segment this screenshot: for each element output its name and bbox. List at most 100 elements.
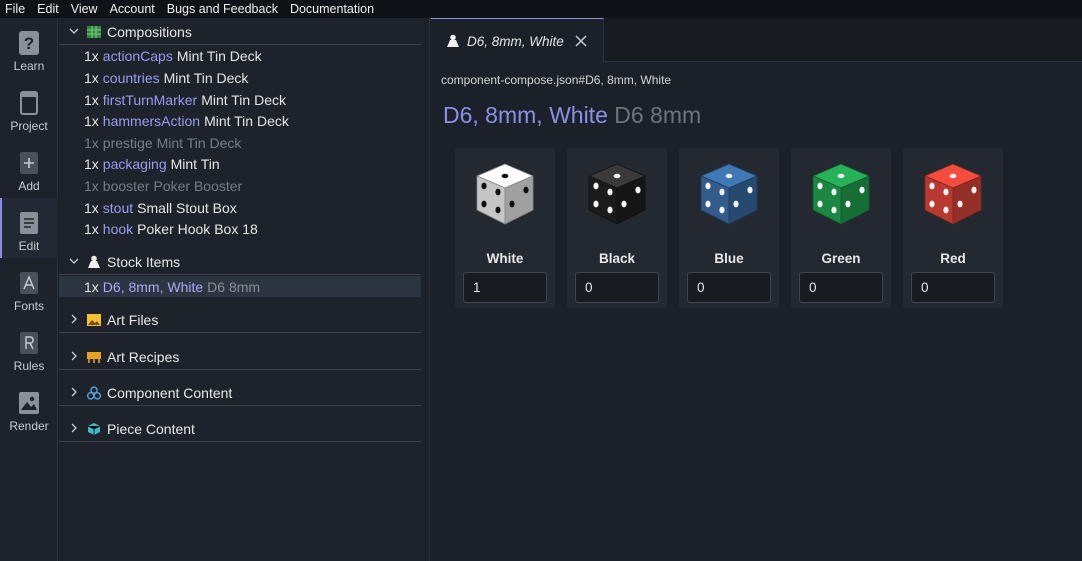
item-name: firstTurnMarker (102, 91, 198, 108)
rules-icon (18, 330, 40, 356)
plus-icon (18, 150, 40, 176)
section-title: Compositions (107, 24, 192, 40)
list-item[interactable]: 1x D6, 8mm, White D6 8mm (59, 276, 421, 297)
project-tree: Compositions 1x actionCaps Mint Tin Deck 1… (59, 18, 430, 561)
list-item[interactable]: 1x actionCaps Mint Tin Deck (59, 45, 421, 66)
quantity: 1x (84, 199, 99, 216)
rail-label-render: Render (9, 419, 49, 433)
die-icon (476, 163, 534, 225)
die-label: Black (598, 251, 636, 266)
rail-item-edit[interactable]: Edit (0, 198, 58, 258)
list-item[interactable]: 1x firstTurnMarker Mint Tin Deck (59, 89, 421, 110)
rail-item-fonts[interactable]: Fonts (0, 258, 58, 318)
die-quantity-input[interactable] (799, 272, 883, 303)
menu-bar: File Edit View Account Bugs and Feedback… (0, 0, 1082, 18)
die-icon (700, 163, 758, 225)
item-name: stout (102, 199, 134, 216)
die-icon (812, 163, 870, 225)
list-item[interactable]: 1x hammersAction Mint Tin Deck (59, 110, 421, 131)
item-type: Mint Tin Deck (163, 69, 249, 86)
list-item[interactable]: 1x countries Mint Tin Deck (59, 67, 421, 88)
rail-label-project: Project (10, 119, 48, 133)
rail-label-fonts: Fonts (13, 299, 44, 313)
font-icon (18, 270, 40, 296)
item-type: Poker Hook Box 18 (137, 220, 258, 237)
editor-area: D6, 8mm, White component-compose.json#D6… (431, 18, 1082, 561)
list-item[interactable]: 1x prestige Mint Tin Deck (59, 132, 421, 153)
section-compositions[interactable]: Compositions (59, 20, 421, 45)
section-stock-items[interactable]: Stock Items (59, 250, 421, 275)
menu-documentation[interactable]: Documentation (284, 2, 380, 16)
document-icon (18, 210, 40, 236)
quantity: 1x (84, 278, 99, 295)
die-card-blue: Blue (679, 148, 779, 308)
list-item[interactable]: 1x stout Small Stout Box (59, 197, 421, 218)
item-type: Poker Booster (153, 177, 243, 194)
section-piece-content[interactable]: Piece Content (59, 417, 421, 442)
chevron-right-icon (67, 351, 81, 364)
die-quantity-input[interactable] (911, 272, 995, 303)
item-name: hook (102, 220, 134, 237)
die-icon (588, 163, 646, 225)
section-component-content[interactable]: Component Content (59, 381, 421, 406)
item-name: booster (102, 177, 150, 194)
question-icon: ? (18, 30, 40, 56)
item-type: Mint Tin Deck (176, 47, 262, 64)
rail-item-project[interactable]: Project (0, 78, 58, 138)
chess-piece-icon (446, 34, 460, 48)
list-item[interactable]: 1x booster Poker Booster (59, 175, 421, 196)
item-name: prestige (102, 134, 153, 151)
menu-view[interactable]: View (65, 2, 104, 16)
close-icon[interactable] (574, 34, 588, 48)
menu-bugs-and-feedback[interactable]: Bugs and Feedback (161, 2, 284, 16)
rail-label-edit: Edit (18, 239, 40, 253)
die-quantity-input[interactable] (575, 272, 659, 303)
quantity: 1x (84, 134, 99, 151)
item-type: Small Stout Box (137, 199, 237, 216)
chevron-right-icon (67, 423, 81, 436)
tab-d6-8mm-white[interactable]: D6, 8mm, White (431, 18, 604, 63)
quantity: 1x (84, 155, 99, 172)
dice-options: White Black Blue Green Red (455, 148, 1015, 308)
recipe-icon (87, 350, 101, 364)
quantity: 1x (84, 47, 99, 64)
quantity: 1x (84, 177, 99, 194)
svg-text:?: ? (24, 34, 34, 53)
rail-item-rules[interactable]: Rules (0, 318, 58, 378)
die-card-red: Red (903, 148, 1003, 308)
rail-item-add[interactable]: Add (0, 138, 58, 198)
menu-file[interactable]: File (0, 2, 31, 16)
chevron-down-icon (67, 257, 81, 268)
chevron-right-icon (67, 314, 81, 327)
die-card-green: Green (791, 148, 891, 308)
tab-bar: D6, 8mm, White (431, 18, 1082, 63)
title-name: D6, 8mm, White (443, 102, 608, 128)
file-path: component-compose.json#D6, 8mm, White (441, 73, 672, 87)
section-title: Stock Items (107, 254, 181, 270)
die-label: Blue (714, 251, 744, 266)
chess-piece-icon (87, 255, 101, 269)
section-art-files[interactable]: Art Files (59, 308, 421, 333)
section-title: Component Content (107, 385, 233, 401)
menu-edit[interactable]: Edit (31, 2, 65, 16)
section-title: Piece Content (107, 421, 195, 437)
item-name: hammersAction (102, 112, 201, 129)
quantity: 1x (84, 91, 99, 108)
die-quantity-input[interactable] (687, 272, 771, 303)
list-item[interactable]: 1x packaging Mint Tin (59, 153, 421, 174)
list-item[interactable]: 1x hook Poker Hook Box 18 (59, 218, 421, 239)
rail-label-add: Add (18, 179, 40, 193)
quantity: 1x (84, 112, 99, 129)
section-title: Art Files (107, 312, 159, 328)
rail-item-learn[interactable]: ? Learn (0, 18, 58, 78)
item-type: Mint Tin (170, 155, 220, 172)
die-quantity-input[interactable] (463, 272, 547, 303)
rail-label-rules: Rules (13, 359, 45, 373)
die-card-black: Black (567, 148, 667, 308)
menu-account[interactable]: Account (104, 2, 161, 16)
section-art-recipes[interactable]: Art Recipes (59, 345, 421, 370)
title-type: D6 8mm (614, 102, 702, 128)
rail-item-render[interactable]: Render (0, 378, 58, 438)
picture-icon (87, 313, 101, 327)
die-label: Green (821, 251, 861, 266)
